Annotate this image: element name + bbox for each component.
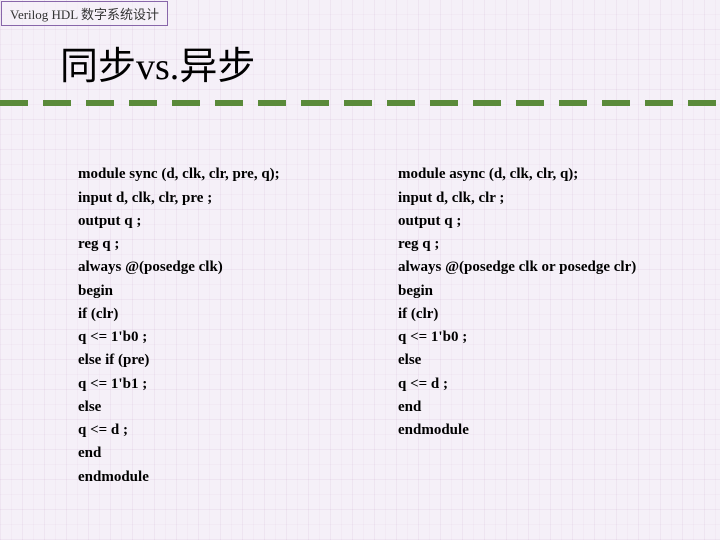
async-line-1: module async (d, clk, clr, q); xyxy=(398,166,578,182)
sync-line-14: endmodule xyxy=(78,469,149,485)
async-line-10: q <= d ; xyxy=(398,376,448,392)
async-line-2: input d, clk, clr ; xyxy=(398,190,504,206)
sync-line-13: end xyxy=(78,445,101,461)
sync-line-9: else if (pre) xyxy=(78,352,149,368)
sync-line-10: q <= 1'b1 ; xyxy=(78,376,147,392)
async-line-7: if (clr) xyxy=(398,306,438,322)
sync-line-11: else xyxy=(78,399,101,415)
course-title-tab: Verilog HDL 数字系统设计 xyxy=(1,1,168,26)
sync-line-5: always @(posedge clk) xyxy=(78,259,223,275)
sync-line-12: q <= d ; xyxy=(78,422,128,438)
code-columns: module sync (d, clk, clr, pre, q); input… xyxy=(0,140,720,489)
async-line-6: begin xyxy=(398,283,433,299)
sync-line-6: begin xyxy=(78,283,113,299)
sync-line-4: reg q ; xyxy=(78,236,119,252)
async-code-block: module async (d, clk, clr, q); input d, … xyxy=(398,140,636,489)
async-line-11: end xyxy=(398,399,421,415)
slide-title: 同步vs.异步 xyxy=(60,35,255,90)
async-line-12: endmodule xyxy=(398,422,469,438)
sync-code-block: module sync (d, clk, clr, pre, q); input… xyxy=(78,140,388,489)
title-async: 异步 xyxy=(179,46,255,88)
title-underline xyxy=(0,100,720,106)
sync-line-1: module sync (d, clk, clr, pre, q); xyxy=(78,166,280,182)
async-line-4: reg q ; xyxy=(398,236,439,252)
async-line-8: q <= 1'b0 ; xyxy=(398,329,467,345)
async-line-5: always @(posedge clk or posedge clr) xyxy=(398,259,636,275)
course-title-text: Verilog HDL 数字系统设计 xyxy=(10,7,159,22)
async-line-9: else xyxy=(398,352,421,368)
title-sync: 同步 xyxy=(60,46,136,88)
sync-line-2: input d, clk, clr, pre ; xyxy=(78,190,212,206)
title-vs: vs. xyxy=(136,46,179,88)
async-line-3: output q ; xyxy=(398,213,461,229)
sync-line-8: q <= 1'b0 ; xyxy=(78,329,147,345)
sync-line-7: if (clr) xyxy=(78,306,118,322)
sync-line-3: output q ; xyxy=(78,213,141,229)
